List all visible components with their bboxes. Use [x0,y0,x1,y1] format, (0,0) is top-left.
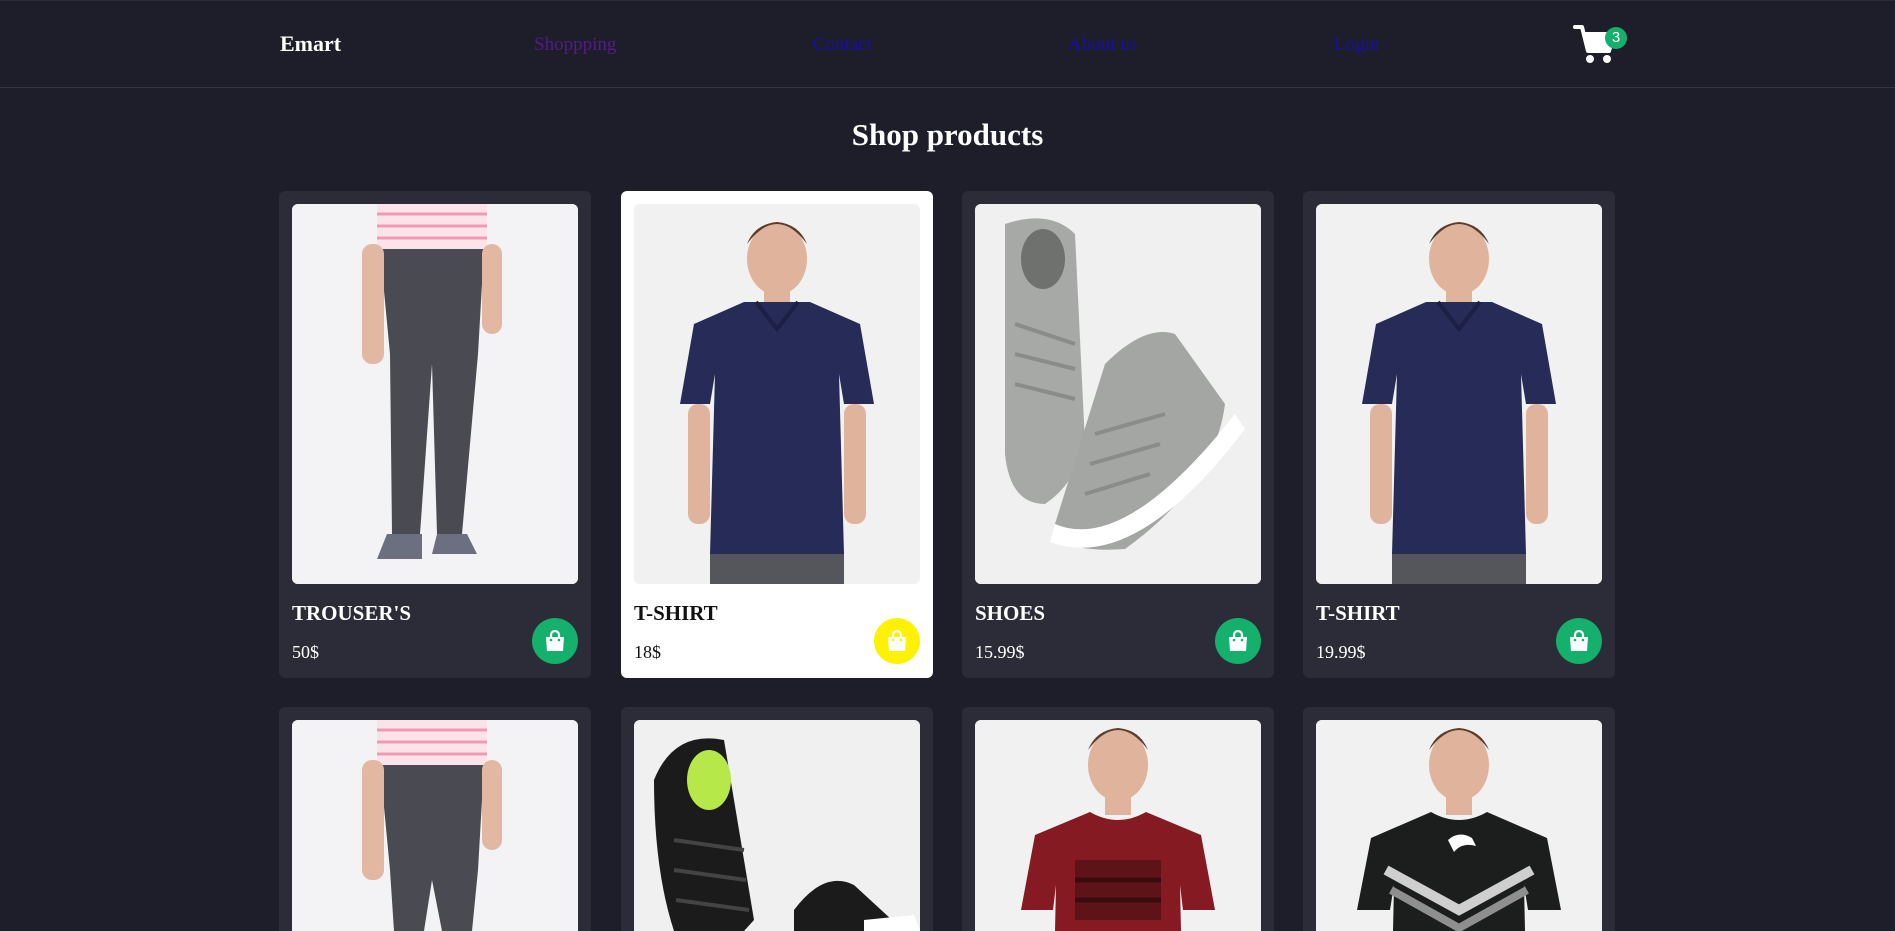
product-card[interactable] [279,707,591,931]
product-image[interactable] [975,204,1261,584]
product-name: TROUSER'S [292,601,412,625]
product-image[interactable] [292,204,578,584]
product-image[interactable] [634,720,920,931]
navy-polo-photo [634,204,920,584]
product-price: 50$ [292,642,319,662]
product-name: SHOES [975,601,1046,625]
trousers-photo [292,204,578,584]
page-title: Shop products [851,117,1044,152]
add-to-cart-button[interactable] [1215,618,1261,664]
product-image[interactable] [292,720,578,931]
product-card-highlighted[interactable]: T-SHIRT 18$ [621,191,933,678]
nav-link-contact[interactable]: Contact [813,34,872,56]
product-price: 19.99$ [1316,642,1366,662]
product-name: T-SHIRT [634,601,718,625]
brand-logo[interactable]: Emart [280,31,341,57]
add-to-cart-button[interactable] [874,618,920,664]
shopping-bag-icon [1570,629,1588,651]
red-tshirt-photo [975,720,1261,931]
product-price: 18$ [634,642,661,662]
product-card[interactable] [621,707,933,931]
nav-link-login[interactable]: Login [1334,34,1379,56]
product-card[interactable]: TROUSER'S 50$ [279,191,591,678]
product-image[interactable] [975,720,1261,931]
grey-sneakers-photo [975,204,1261,584]
top-navbar: Emart Shoppping Contact About us Login 3 [0,0,1895,88]
add-to-cart-button[interactable] [1556,618,1602,664]
product-price: 15.99$ [975,642,1025,662]
product-card[interactable]: T-SHIRT 19.99$ [1303,191,1615,678]
add-to-cart-button[interactable] [532,618,578,664]
navy-polo-photo [1316,204,1602,584]
shopping-bag-icon [1229,629,1247,651]
trousers-photo [292,720,578,931]
cart-button[interactable]: 3 [1573,23,1633,67]
black-puma-tshirt-photo [1316,720,1602,931]
product-card[interactable] [1303,707,1615,931]
product-name: T-SHIRT [1316,601,1400,625]
product-image[interactable] [1316,720,1602,931]
shopping-bag-icon [888,629,906,651]
nav-link-shopping[interactable]: Shoppping [534,34,616,56]
shopping-bag-icon [546,629,564,651]
product-image[interactable] [1316,204,1602,584]
black-sneakers-photo [634,720,920,931]
nav-link-about[interactable]: About us [1068,34,1137,56]
product-card[interactable]: SHOES 15.99$ [962,191,1274,678]
product-image[interactable] [634,204,920,584]
cart-count-badge: 3 [1605,27,1627,49]
product-card[interactable] [962,707,1274,931]
